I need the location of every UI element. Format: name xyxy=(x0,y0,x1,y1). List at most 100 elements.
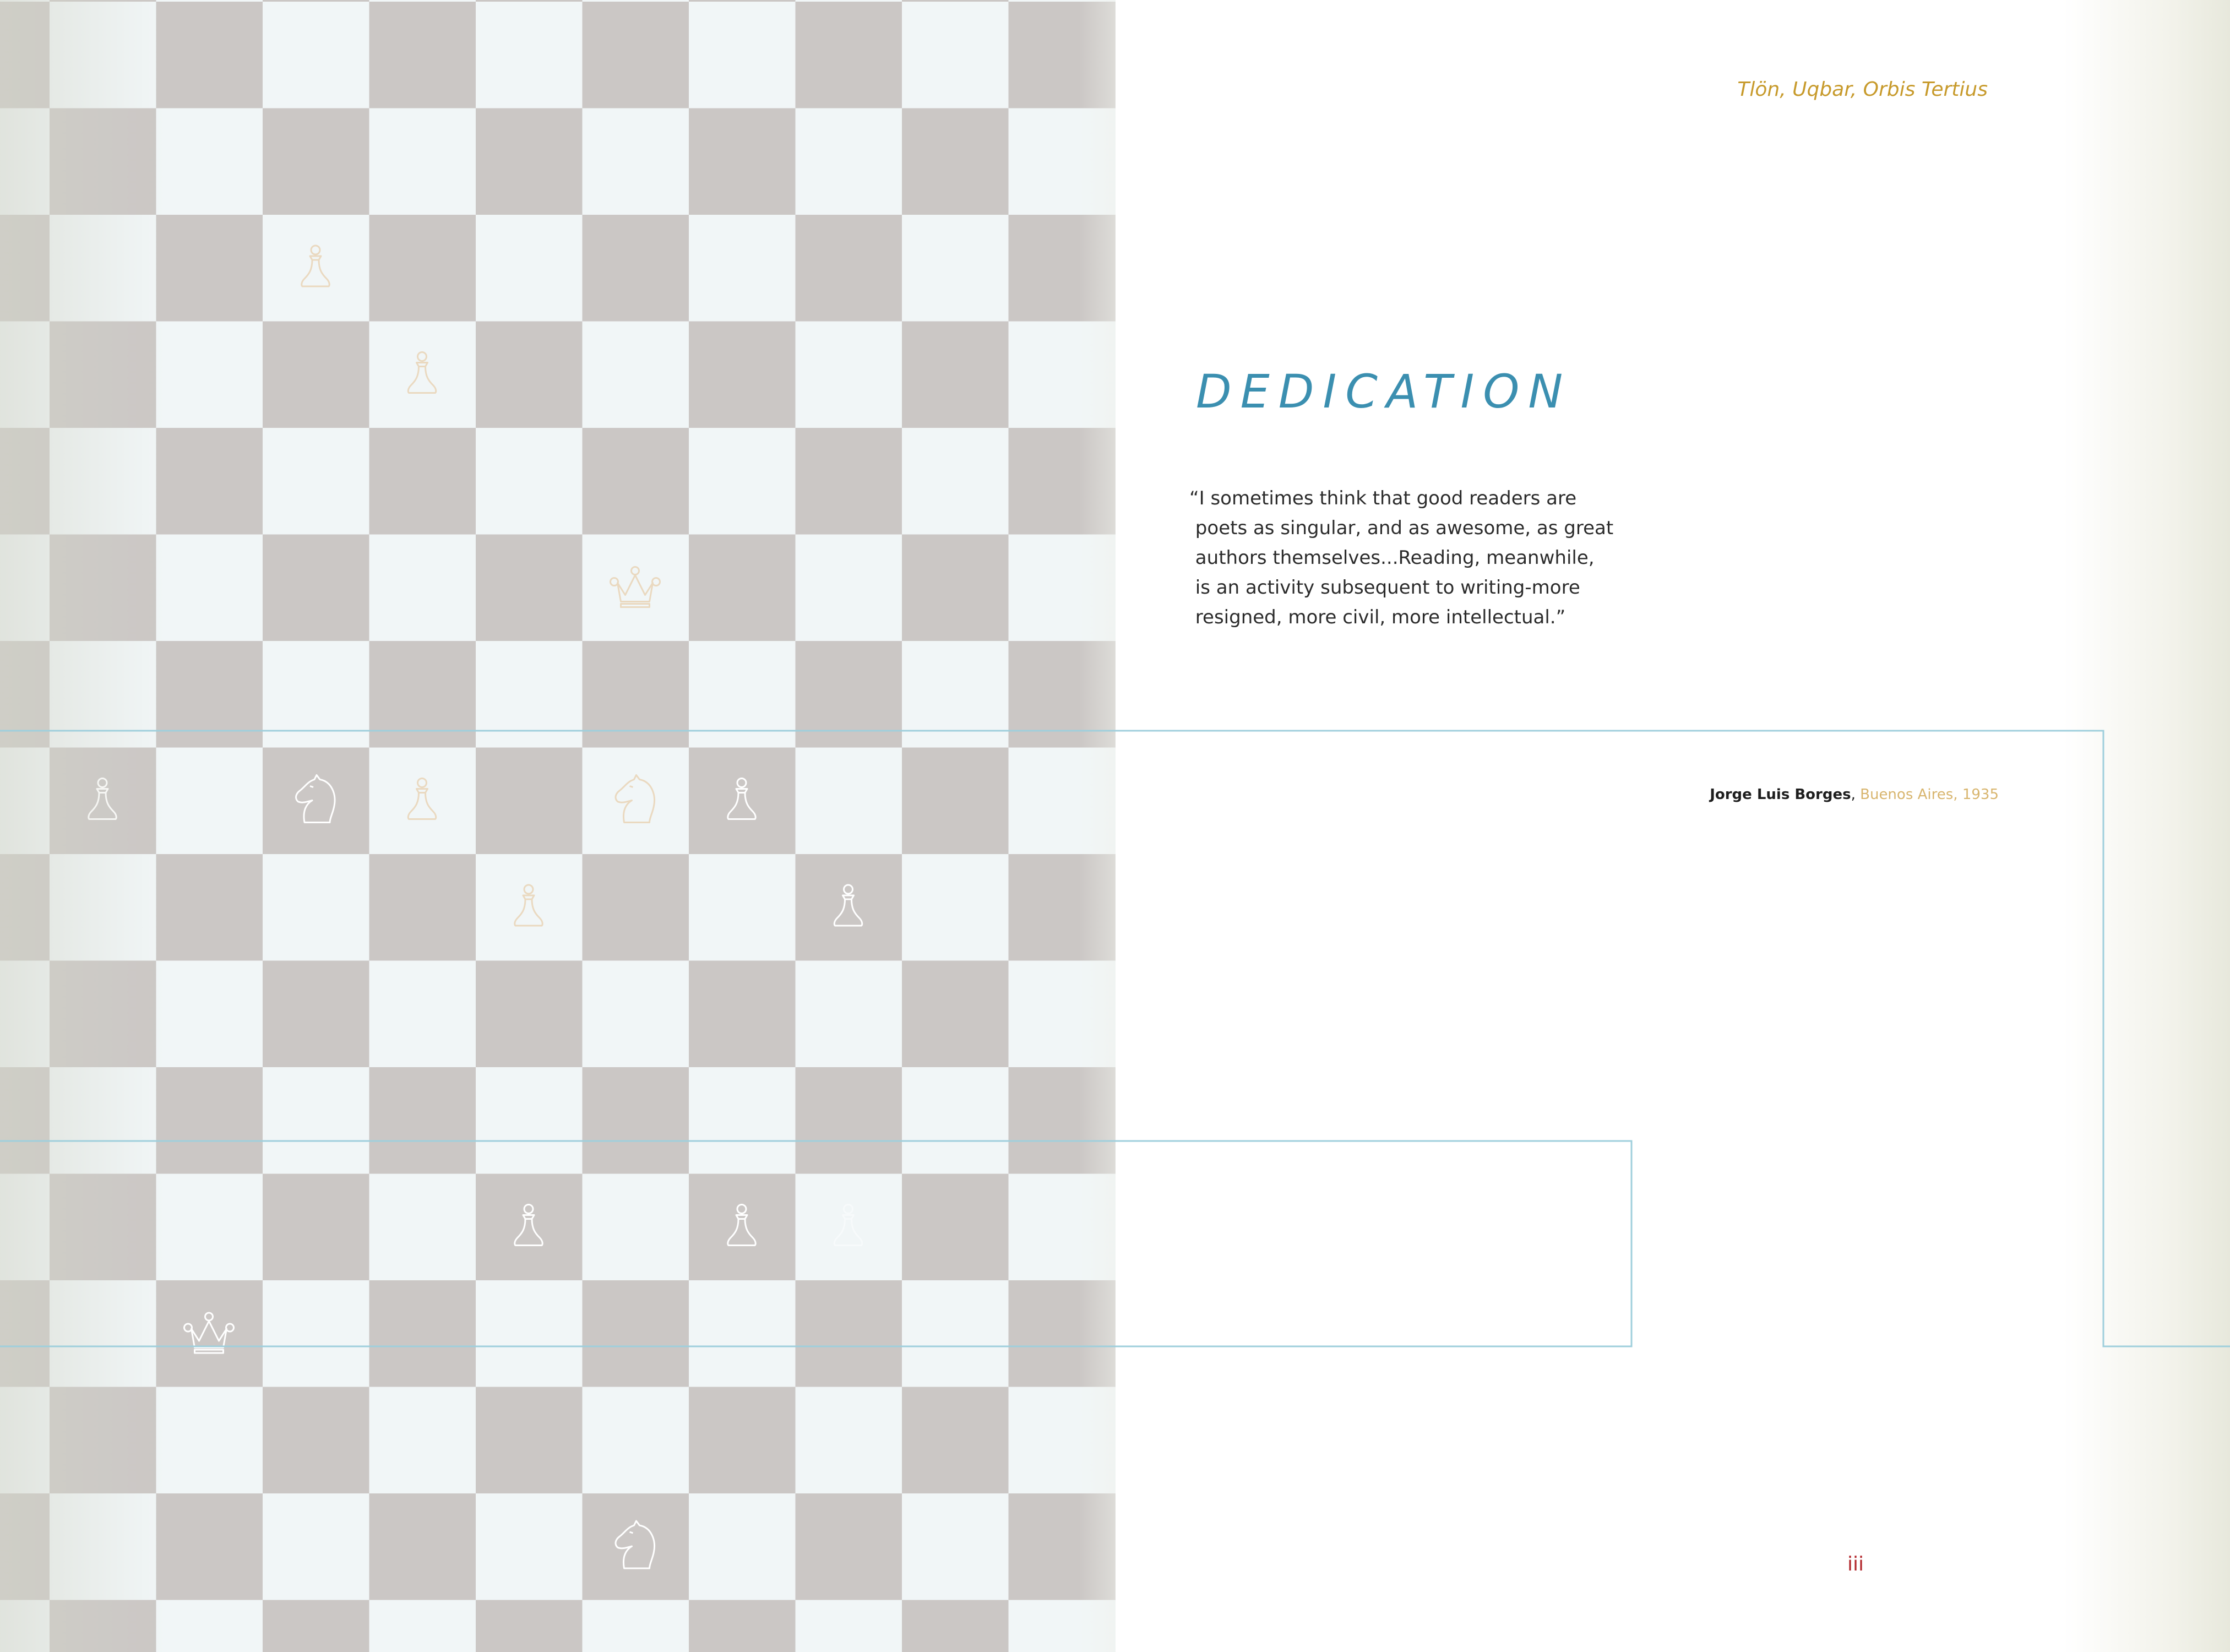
board-square xyxy=(369,1600,476,1652)
chessboard-illustration xyxy=(0,0,1116,1652)
board-square xyxy=(582,747,689,855)
board-square xyxy=(1008,1387,1116,1494)
board-square xyxy=(0,854,50,961)
board-square xyxy=(369,1280,476,1388)
board-square xyxy=(689,641,796,748)
board-square xyxy=(476,1173,583,1281)
board-square xyxy=(369,747,476,855)
board-square xyxy=(1008,1280,1116,1388)
board-square xyxy=(582,854,689,961)
board-square xyxy=(902,641,1009,748)
board-square xyxy=(0,1067,50,1175)
board-square xyxy=(582,428,689,535)
board-square xyxy=(0,747,50,855)
board-square xyxy=(689,215,796,322)
board-square xyxy=(0,215,50,322)
board-square xyxy=(1008,321,1116,428)
board-square xyxy=(582,1387,689,1494)
board-square xyxy=(156,1600,263,1652)
board-square xyxy=(50,108,157,215)
board-square xyxy=(50,321,157,428)
board-square xyxy=(263,321,370,428)
board-square xyxy=(1008,747,1116,855)
board-square xyxy=(156,747,263,855)
board-square xyxy=(369,2,476,109)
board-square xyxy=(795,1600,902,1652)
board-square xyxy=(50,1600,157,1652)
board-square xyxy=(795,1173,902,1281)
board-square xyxy=(795,108,902,215)
board-square xyxy=(902,1387,1009,1494)
board-square xyxy=(50,534,157,642)
board-square xyxy=(369,428,476,535)
board-square xyxy=(0,1600,50,1652)
board-square xyxy=(902,534,1009,642)
board-square xyxy=(50,2,157,109)
board-square xyxy=(795,960,902,1068)
board-square xyxy=(582,1493,689,1601)
board-square xyxy=(263,1067,370,1175)
board-square xyxy=(156,1173,263,1281)
board-square xyxy=(369,534,476,642)
board-square xyxy=(263,747,370,855)
board-square xyxy=(476,1387,583,1494)
board-square xyxy=(156,1493,263,1601)
board-square xyxy=(476,747,583,855)
board-square xyxy=(689,108,796,215)
board-square xyxy=(476,1067,583,1175)
board-square xyxy=(795,534,902,642)
board-square xyxy=(263,534,370,642)
board-square xyxy=(476,1280,583,1388)
board-square xyxy=(689,1600,796,1652)
board-square xyxy=(902,1600,1009,1652)
board-square xyxy=(1008,1600,1116,1652)
running-title: Tlön, Uqbar, Orbis Tertius xyxy=(1737,78,1988,101)
board-square xyxy=(795,747,902,855)
board-square xyxy=(369,108,476,215)
board-square xyxy=(476,1493,583,1601)
board-square xyxy=(50,1387,157,1494)
dedication-quote: “I sometimes think that good readers are… xyxy=(1189,487,1614,628)
board-square xyxy=(689,428,796,535)
board-square xyxy=(0,641,50,748)
board-square xyxy=(156,108,263,215)
board-square xyxy=(582,641,689,748)
board-square xyxy=(902,215,1009,322)
board-square xyxy=(1008,960,1116,1068)
board-square xyxy=(689,1280,796,1388)
board-square xyxy=(156,215,263,322)
board-square xyxy=(1008,215,1116,322)
attribution-place-year: Buenos Aires, 1935 xyxy=(1860,786,1999,803)
board-square xyxy=(50,641,157,748)
board-square xyxy=(902,108,1009,215)
board-square xyxy=(476,1600,583,1652)
board-square xyxy=(369,1067,476,1175)
board-square xyxy=(1008,1067,1116,1175)
board-square xyxy=(263,428,370,535)
board-square xyxy=(50,747,157,855)
board-square xyxy=(50,1493,157,1601)
board-square xyxy=(795,428,902,535)
board-square xyxy=(902,854,1009,961)
board-square xyxy=(795,1280,902,1388)
board-square xyxy=(156,641,263,748)
board-square xyxy=(1008,1493,1116,1601)
board-square xyxy=(0,321,50,428)
attribution-author: Jorge Luis Borges xyxy=(1710,786,1851,803)
board-square xyxy=(689,854,796,961)
board-square xyxy=(263,854,370,961)
board-square xyxy=(795,215,902,322)
board-square xyxy=(263,2,370,109)
board-square xyxy=(156,2,263,109)
board-square xyxy=(50,854,157,961)
board-square xyxy=(476,428,583,535)
board-square xyxy=(263,1173,370,1281)
board-square xyxy=(263,1280,370,1388)
board-square xyxy=(689,534,796,642)
board-square xyxy=(689,1173,796,1281)
board-square xyxy=(0,960,50,1068)
board-square xyxy=(902,2,1009,109)
board-square xyxy=(156,428,263,535)
board-square xyxy=(369,960,476,1068)
board-square xyxy=(476,641,583,748)
